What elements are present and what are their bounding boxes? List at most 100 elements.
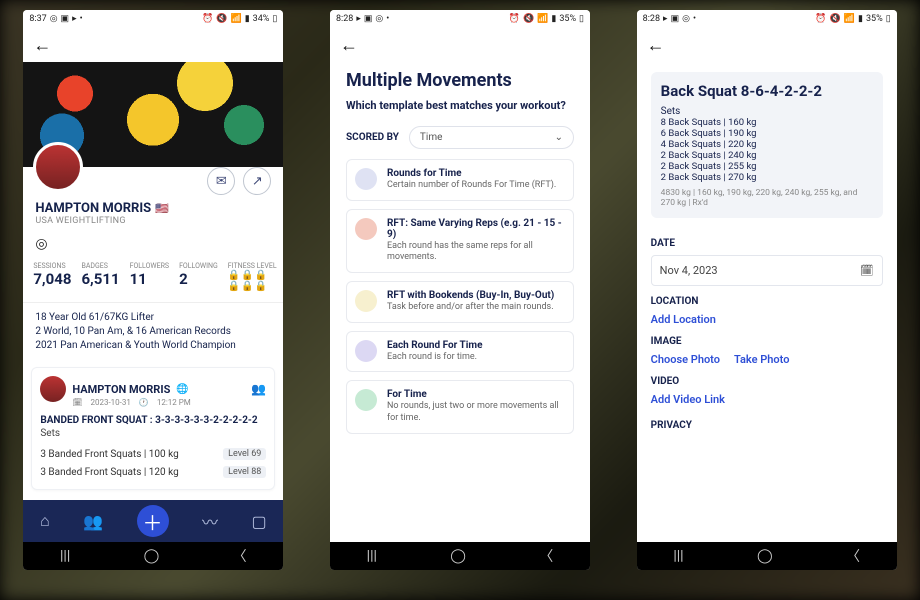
avatar[interactable] [33,142,83,192]
signal-icon: ▮ [858,14,863,24]
post-time: 12:12 PM [157,398,191,407]
battery-icon: ▯ [579,14,584,24]
set-line: 2 Back Squats | 240 kg [661,150,873,161]
swatch-icon [355,340,377,362]
instagram-icon: ◎ [682,14,690,24]
instagram-icon: ◎ [50,14,58,24]
image-icon: ▣ [61,14,70,24]
stat-sessions[interactable]: SESSIONS 7,048 [33,262,71,292]
message-button[interactable]: ✉ [207,167,235,195]
mute-icon: 🔇 [523,14,534,24]
alarm-icon: ⏰ [815,14,826,24]
option-desc: Task before and/or after the main rounds… [387,302,565,314]
stats-row: SESSIONS 7,048 BADGES 6,511 FOLLOWERS 11… [23,262,283,303]
date-value: Nov 4, 2023 [660,264,718,277]
set-line: 6 Back Squats | 190 kg [661,128,873,139]
alarm-icon: ⏰ [202,14,213,24]
template-option[interactable]: For TimeNo rounds, just two or more move… [346,380,574,433]
post-set-row: 3 Banded Front Squats | 120 kg Level 88 [40,463,266,481]
tab-people-icon[interactable]: 👥 [83,512,103,531]
fab-add-button[interactable]: ＋ [137,505,169,537]
image-icon: ▣ [364,14,373,24]
post-card[interactable]: HAMPTON MORRIS 🌐 👥 🗓 2023-10-31 🕐 12:12 … [31,367,275,490]
dot-icon: • [386,14,389,24]
workout-summary-card: Back Squat 8-6-4-2-2-2 Sets 8 Back Squat… [651,72,883,218]
chevron-down-icon: ⌄ [555,132,563,143]
tab-activity-icon[interactable]: 〰 [202,509,218,533]
post-avatar[interactable] [40,376,66,402]
template-option[interactable]: RFT with Bookends (Buy-In, Buy-Out)Task … [346,281,574,323]
tab-home-icon[interactable]: ⌂ [40,511,50,531]
status-time: 8:28 [643,14,660,24]
choose-photo-button[interactable]: Choose Photo [651,353,720,366]
globe-icon: 🌐 [176,384,188,395]
youtube-icon: ▸ [72,14,77,24]
sys-back-icon[interactable]: 〈 [539,546,553,566]
sys-home-icon[interactable]: ◯ [757,548,773,564]
system-nav: ||| ◯ 〈 [23,542,283,570]
sets-label: Sets [661,106,873,117]
status-battery: 34% [253,14,270,24]
option-desc: Each round has the same reps for all mov… [387,241,565,264]
scored-by-select[interactable]: Time ⌄ [409,126,574,149]
tag-icon[interactable]: 👥 [251,382,266,396]
app-header: ← [23,28,283,62]
sys-recent-icon[interactable]: ||| [673,548,683,564]
stat-following[interactable]: FOLLOWING 2 [179,262,218,292]
youtube-icon: ▸ [356,14,361,24]
scored-by-value: Time [420,132,442,143]
scored-by-label: SCORED BY [346,132,399,143]
stat-badges[interactable]: BADGES 6,511 [81,262,119,292]
page-title: Multiple Movements [346,70,574,91]
wifi-icon: 📶 [537,14,548,24]
date-input[interactable]: Nov 4, 2023 🗓 [651,255,883,286]
back-icon[interactable]: ← [33,35,51,56]
share-icon: ↗ [252,174,263,189]
battery-icon: ▯ [886,14,891,24]
post-workout-title: BANDED FRONT SQUAT : 3-3-3-3-3-3-2-2-2-2… [40,415,266,426]
post-set-row: 3 Banded Front Squats | 100 kg Level 69 [40,445,266,463]
swatch-icon [355,218,377,240]
stat-followers[interactable]: FOLLOWERS 11 [130,262,169,292]
status-time: 8:28 [336,14,353,24]
set-line: 4 Back Squats | 220 kg [661,139,873,150]
back-icon[interactable]: ← [647,35,665,56]
template-option[interactable]: Each Round For TimeEach round is for tim… [346,331,574,373]
stat-fitness-level[interactable]: FITNESS LEVEL 🔒🔒🔒🔒🔒🔒 [228,262,277,292]
wifi-icon: 📶 [230,14,241,24]
template-option[interactable]: Rounds for TimeCertain number of Rounds … [346,159,574,201]
option-title: Rounds for Time [387,168,565,179]
sys-back-icon[interactable]: 〈 [846,546,860,566]
profile-hero: ✉ ↗ [23,62,283,167]
template-option[interactable]: RFT: Same Varying Reps (e.g. 21 - 15 - 9… [346,209,574,273]
instagram-link[interactable]: ◎ [23,232,283,262]
sys-back-icon[interactable]: 〈 [233,546,247,566]
signal-icon: ▮ [245,14,250,24]
sys-home-icon[interactable]: ◯ [144,548,160,564]
system-nav: ||| ◯ 〈 [637,542,897,570]
workout-title: Back Squat 8-6-4-2-2-2 [661,82,873,100]
status-time: 8:37 [29,14,46,24]
profile-name: HAMPTON MORRIS [35,201,151,216]
sys-recent-icon[interactable]: ||| [367,548,377,564]
share-button[interactable]: ↗ [243,167,271,195]
take-photo-button[interactable]: Take Photo [734,353,789,366]
sys-home-icon[interactable]: ◯ [450,548,466,564]
tab-chat-icon[interactable]: ▢ [251,512,266,531]
post-sets-label: Sets [40,428,266,439]
set-line: 2 Back Squats | 270 kg [661,172,873,183]
sys-recent-icon[interactable]: ||| [60,548,70,564]
add-video-button[interactable]: Add Video Link [651,393,883,406]
back-icon[interactable]: ← [340,35,358,56]
add-location-button[interactable]: Add Location [651,313,883,326]
mute-icon: 🔇 [830,14,841,24]
status-bar: 8:37 ◎ ▣ ▸ • ⏰ 🔇 📶 ▮ 34% ▯ [23,10,283,28]
flag-icon: 🇺🇸 [155,202,169,215]
signal-icon: ▮ [551,14,556,24]
profile-org: USA WEIGHTLIFTING [35,216,271,226]
battery-icon: ▯ [272,14,277,24]
app-tabbar: ⌂ 👥 ＋ 〰 ▢ [23,500,283,542]
level-pill: Level 88 [223,466,266,478]
swatch-icon [355,168,377,190]
image-section-label: IMAGE [651,336,883,347]
